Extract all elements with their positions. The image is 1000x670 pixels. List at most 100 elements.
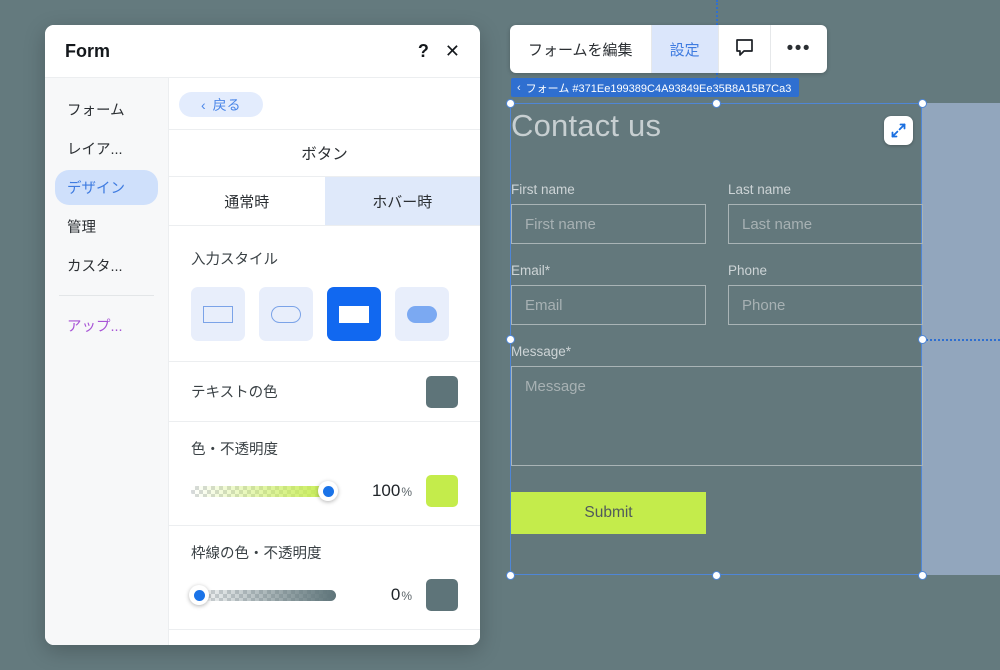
panel-header: Form ? ✕	[45, 25, 480, 78]
sidebar-item-design[interactable]: デザイン	[55, 170, 158, 205]
sidebar-item-custom[interactable]: カスタ...	[55, 248, 158, 283]
field-label: Phone	[728, 263, 768, 278]
panel-title: Form	[65, 40, 110, 61]
form-row-name: First name First name Last name Last nam…	[511, 182, 923, 244]
knob-dot-icon	[322, 485, 334, 497]
tab-normal[interactable]: 通常時	[169, 177, 325, 225]
field-label: Last name	[728, 182, 792, 197]
resize-handle-top-right[interactable]	[918, 99, 927, 108]
field-message: Message* Message	[511, 344, 923, 466]
form-row-contact: Email* Email Phone Phone	[511, 263, 923, 325]
filled-pill-icon	[407, 305, 437, 323]
last-name-input[interactable]: Last name	[728, 204, 923, 244]
resize-handle-bottom-center[interactable]	[712, 571, 721, 580]
back-button[interactable]: ‹ 戻る	[179, 92, 263, 117]
outline-rect-icon	[203, 305, 233, 323]
resize-handle-middle-right[interactable]	[918, 335, 927, 344]
row-gap	[511, 244, 923, 263]
sidebar-divider	[59, 295, 154, 296]
field-label: Message*	[511, 344, 572, 359]
ellipsis-icon: •••	[786, 38, 812, 59]
fill-opacity-block: 色・不透明度 100%	[169, 422, 480, 526]
fill-opacity-label: 色・不透明度	[191, 442, 278, 458]
field-email: Email* Email	[511, 263, 706, 325]
email-input[interactable]: Email	[511, 285, 706, 325]
first-name-input[interactable]: First name	[511, 204, 706, 244]
expand-arrows-icon	[890, 122, 907, 139]
fill-opacity-number: 100	[371, 481, 401, 500]
panel-sidebar: フォーム レイア... デザイン 管理 カスタ... アップ...	[45, 78, 169, 645]
percent-sign: %	[401, 485, 412, 499]
input-style-label: 入力スタイル	[191, 252, 278, 268]
fill-opacity-knob[interactable]	[318, 481, 338, 501]
input-style-options	[191, 287, 458, 341]
resize-handle-bottom-right[interactable]	[918, 571, 927, 580]
border-opacity-knob[interactable]	[189, 585, 209, 605]
form-preview-inner: Contact us First name First name Last na…	[511, 104, 923, 574]
fill-opacity-value[interactable]: 100%	[350, 481, 412, 501]
field-label: Email*	[511, 263, 551, 278]
sidebar-item-layout[interactable]: レイア...	[55, 131, 158, 166]
outline-pill-icon	[271, 305, 301, 323]
style-option-outline-pill[interactable]	[259, 287, 313, 341]
sidebar-item-manage[interactable]: 管理	[55, 209, 158, 244]
close-icon[interactable]: ✕	[445, 41, 460, 62]
fill-opacity-slider[interactable]	[191, 481, 338, 501]
knob-dot-icon	[193, 589, 205, 601]
section-title: ボタン	[169, 130, 480, 177]
settings-button[interactable]: 設定	[651, 25, 719, 73]
state-tabs: 通常時 ホバー時	[169, 177, 480, 226]
style-option-filled-rect[interactable]	[327, 287, 381, 341]
form-title: Contact us	[511, 108, 662, 143]
row-gap	[511, 325, 923, 344]
resize-handle-top-left[interactable]	[506, 99, 515, 108]
border-opacity-slider[interactable]	[189, 585, 336, 605]
chevron-left-icon: ‹	[517, 81, 521, 94]
field-last-name: Last name Last name	[728, 182, 923, 244]
submit-button[interactable]: Submit	[511, 492, 706, 534]
percent-sign: %	[401, 589, 412, 603]
border-opacity-value[interactable]: 0%	[350, 585, 412, 605]
guide-line-vertical-top	[716, 0, 718, 25]
phone-input[interactable]: Phone	[728, 285, 923, 325]
border-opacity-track-fill	[191, 589, 336, 601]
app-root: Contact us First name First name Last na…	[0, 0, 1000, 670]
text-color-label: テキストの色	[191, 385, 278, 401]
resize-handle-top-center[interactable]	[712, 99, 721, 108]
panel-body: フォーム レイア... デザイン 管理 カスタ... アップ... ‹ 戻る ボ…	[45, 78, 480, 645]
resize-handle-middle-left[interactable]	[506, 335, 515, 344]
form-fields: First name First name Last name Last nam…	[511, 182, 923, 534]
back-button-label: 戻る	[212, 96, 241, 113]
element-toolbar: フォームを編集 設定 •••	[510, 25, 828, 73]
style-option-outline-rect[interactable]	[191, 287, 245, 341]
more-options-button[interactable]: •••	[771, 25, 827, 73]
expand-button[interactable]	[884, 116, 913, 145]
comment-button[interactable]	[719, 25, 771, 73]
comment-icon	[735, 38, 754, 61]
border-color-swatch[interactable]	[426, 579, 458, 611]
guide-line-horizontal	[922, 339, 1000, 341]
message-textarea[interactable]: Message	[511, 366, 923, 466]
fill-color-swatch[interactable]	[426, 475, 458, 507]
element-id-badge[interactable]: ‹ フォーム #371Ee199389C4A93849Ee35B8A15B7Ca…	[511, 78, 800, 97]
sidebar-item-upgrade[interactable]: アップ...	[55, 308, 158, 343]
help-icon[interactable]: ?	[418, 41, 429, 62]
fill-opacity-row: 100%	[191, 475, 458, 507]
style-option-filled-pill[interactable]	[395, 287, 449, 341]
border-opacity-number: 0	[390, 585, 401, 604]
sidebar-item-form[interactable]: フォーム	[55, 92, 158, 127]
field-first-name: First name First name	[511, 182, 706, 244]
panel-content: ‹ 戻る ボタン 通常時 ホバー時 入力スタイル テキストの色 色・不透明度 1…	[169, 78, 480, 645]
form-preview-block[interactable]: Contact us First name First name Last na…	[510, 103, 923, 575]
form-settings-panel: Form ? ✕ フォーム レイア... デザイン 管理 カスタ... アップ.…	[45, 25, 480, 645]
filled-rect-icon	[339, 305, 369, 323]
text-color-swatch[interactable]	[426, 375, 458, 408]
text-color-row: テキストの色	[169, 362, 480, 422]
tab-hover[interactable]: ホバー時	[324, 177, 480, 225]
edit-form-button[interactable]: フォームを編集	[510, 25, 652, 73]
border-opacity-label: 枠線の色・不透明度	[191, 546, 322, 562]
chevron-left-icon: ‹	[201, 96, 206, 113]
border-opacity-row: 0%	[189, 579, 458, 611]
resize-handle-bottom-left[interactable]	[506, 571, 515, 580]
border-opacity-block: 枠線の色・不透明度 0%	[169, 526, 480, 630]
